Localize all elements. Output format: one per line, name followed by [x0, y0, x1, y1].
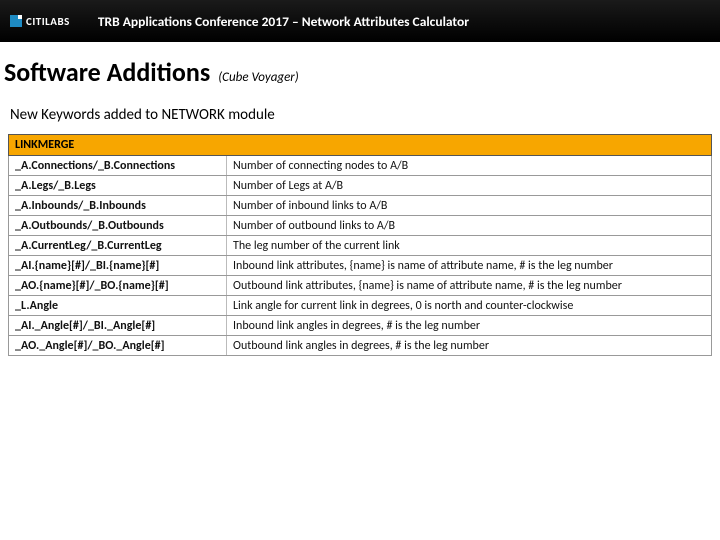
description-cell: Outbound link angles in degrees, # is th… — [227, 336, 712, 356]
description-cell: Number of connecting nodes to A/B — [227, 156, 712, 176]
keyword-cell: _AO.{name}[#]/_BO.{name}[#] — [9, 276, 227, 296]
heading-sub: (Cube Voyager) — [218, 70, 298, 85]
description-cell: Number of inbound links to A/B — [227, 196, 712, 216]
keyword-cell: _AO._Angle[#]/_BO._Angle[#] — [9, 336, 227, 356]
table-row: _A.Connections/_B.ConnectionsNumber of c… — [9, 156, 712, 176]
keyword-cell: _AI._Angle[#]/_BI._Angle[#] — [9, 316, 227, 336]
table-section-header-spacer — [227, 135, 712, 156]
keywords-table: LINKMERGE _A.Connections/_B.ConnectionsN… — [8, 134, 712, 356]
description-cell: Inbound link attributes, {name} is name … — [227, 256, 712, 276]
slide-body: Software Additions (Cube Voyager) New Ke… — [0, 42, 720, 356]
description-cell: Inbound link angles in degrees, # is the… — [227, 316, 712, 336]
brand-mark-icon — [10, 15, 22, 27]
description-cell: The leg number of the current link — [227, 236, 712, 256]
description-cell: Outbound link attributes, {name} is name… — [227, 276, 712, 296]
table-row: _A.Legs/_B.LegsNumber of Legs at A/B — [9, 176, 712, 196]
description-cell: Number of Legs at A/B — [227, 176, 712, 196]
keyword-cell: _L.Angle — [9, 296, 227, 316]
table-row: _AO._Angle[#]/_BO._Angle[#]Outbound link… — [9, 336, 712, 356]
page-title: TRB Applications Conference 2017 – Netwo… — [98, 13, 469, 30]
keyword-cell: _A.CurrentLeg/_B.CurrentLeg — [9, 236, 227, 256]
table-row: _AI.{name}[#]/_BI.{name}[#]Inbound link … — [9, 256, 712, 276]
table-row: _A.CurrentLeg/_B.CurrentLegThe leg numbe… — [9, 236, 712, 256]
keyword-cell: _A.Connections/_B.Connections — [9, 156, 227, 176]
table-row: _L.AngleLink angle for current link in d… — [9, 296, 712, 316]
table-row: _AI._Angle[#]/_BI._Angle[#]Inbound link … — [9, 316, 712, 336]
description-cell: Number of outbound links to A/B — [227, 216, 712, 236]
table-row: _AO.{name}[#]/_BO.{name}[#]Outbound link… — [9, 276, 712, 296]
keyword-cell: _AI.{name}[#]/_BI.{name}[#] — [9, 256, 227, 276]
brand-logo: CITILABS — [10, 15, 70, 28]
lead-text: New Keywords added to NETWORK module — [10, 106, 712, 124]
keyword-cell: _A.Legs/_B.Legs — [9, 176, 227, 196]
keyword-cell: _A.Inbounds/_B.Inbounds — [9, 196, 227, 216]
heading-main: Software Additions — [4, 56, 210, 88]
keyword-cell: _A.Outbounds/_B.Outbounds — [9, 216, 227, 236]
top-bar: CITILABS TRB Applications Conference 201… — [0, 0, 720, 42]
table-row: _A.Outbounds/_B.OutboundsNumber of outbo… — [9, 216, 712, 236]
table-section-header: LINKMERGE — [9, 135, 227, 156]
brand-name: CITILABS — [26, 15, 70, 28]
description-cell: Link angle for current link in degrees, … — [227, 296, 712, 316]
table-row: _A.Inbounds/_B.InboundsNumber of inbound… — [9, 196, 712, 216]
heading: Software Additions (Cube Voyager) — [4, 56, 712, 88]
